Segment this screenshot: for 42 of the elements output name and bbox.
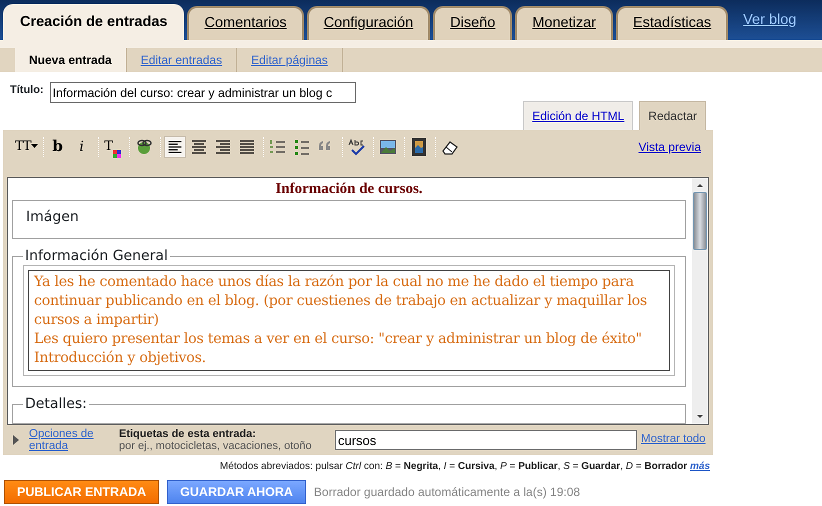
subtab[interactable]: Editar entradas: [126, 48, 238, 72]
image-placeholder-box: Imágen: [12, 200, 686, 239]
text-color-button[interactable]: T: [102, 136, 124, 158]
expand-arrow-icon[interactable]: [11, 434, 21, 446]
labels-label: Etiquetas de esta entrada:: [119, 428, 257, 440]
tab[interactable]: Diseño: [433, 6, 512, 40]
more-link[interactable]: más: [690, 461, 710, 472]
autosave-status: Borrador guardado automáticamente a la(s) 19:08: [314, 484, 580, 501]
document-heading: Información de cursos.: [274, 180, 424, 199]
tab[interactable]: Estadísticas: [616, 6, 728, 40]
color-swatch-icon: [112, 150, 121, 158]
scroll-thumb[interactable]: [693, 192, 707, 250]
tab[interactable]: Configuración: [306, 6, 430, 40]
title-field[interactable]: Información del curso: crear y administrar un blog c: [50, 82, 356, 103]
show-all-link[interactable]: Mostrar todo: [641, 431, 706, 449]
labels-hint: por ej., motocicletas, vacaciones, otoño: [119, 440, 313, 452]
labels-field[interactable]: cursos: [335, 430, 637, 450]
paragraph: Les quiero presentar los temas a ver en el curso: "crear y administrar un blog de éxito": [34, 330, 643, 349]
preview-link[interactable]: Vista previa: [638, 138, 701, 156]
scroll-up-icon[interactable]: [697, 184, 703, 187]
paragraph: Ya les he comentado hace unos días la razón por la cual no me he dado el tiempo para continuar publicando en el blog. (por cuestienes de trabajo en actualizar y maquillar los cursos a impartir): [34, 273, 648, 330]
tab[interactable]: Monetizar: [515, 6, 613, 40]
tab[interactable]: Comentarios: [187, 6, 304, 40]
bold-button[interactable]: b: [46, 136, 69, 158]
caret-icon: [30, 144, 38, 149]
scroll-down-icon[interactable]: [697, 415, 703, 418]
scrollbar[interactable]: [692, 178, 708, 424]
mode-tab[interactable]: Edición de HTML: [523, 101, 634, 130]
shortcuts-text: Métodos abreviados: pulsar Ctrl con: B = Negrita, I = Cursiva, P = Publicar, S = Guardar, D = Borrador: [220, 461, 688, 472]
italic-button[interactable]: i: [70, 136, 93, 158]
paragraph: Introducción y objetivos.: [34, 349, 207, 368]
tab[interactable]: Creación de entradas: [3, 4, 184, 40]
view-blog-link[interactable]: Ver blog: [743, 10, 796, 32]
title-label: Título:: [10, 83, 44, 98]
subtab[interactable]: Nueva entrada: [15, 48, 127, 72]
align-left-icon[interactable]: [164, 136, 186, 158]
subtab[interactable]: Editar páginas: [237, 48, 343, 72]
font-size-button[interactable]: TT: [15, 136, 38, 158]
mode-tab[interactable]: Redactar: [639, 101, 706, 130]
post-options-link[interactable]: Opciones de entrada: [29, 428, 119, 452]
fieldset-legend: Detalles:: [23, 395, 89, 413]
fieldset-legend: Información General: [23, 247, 170, 265]
